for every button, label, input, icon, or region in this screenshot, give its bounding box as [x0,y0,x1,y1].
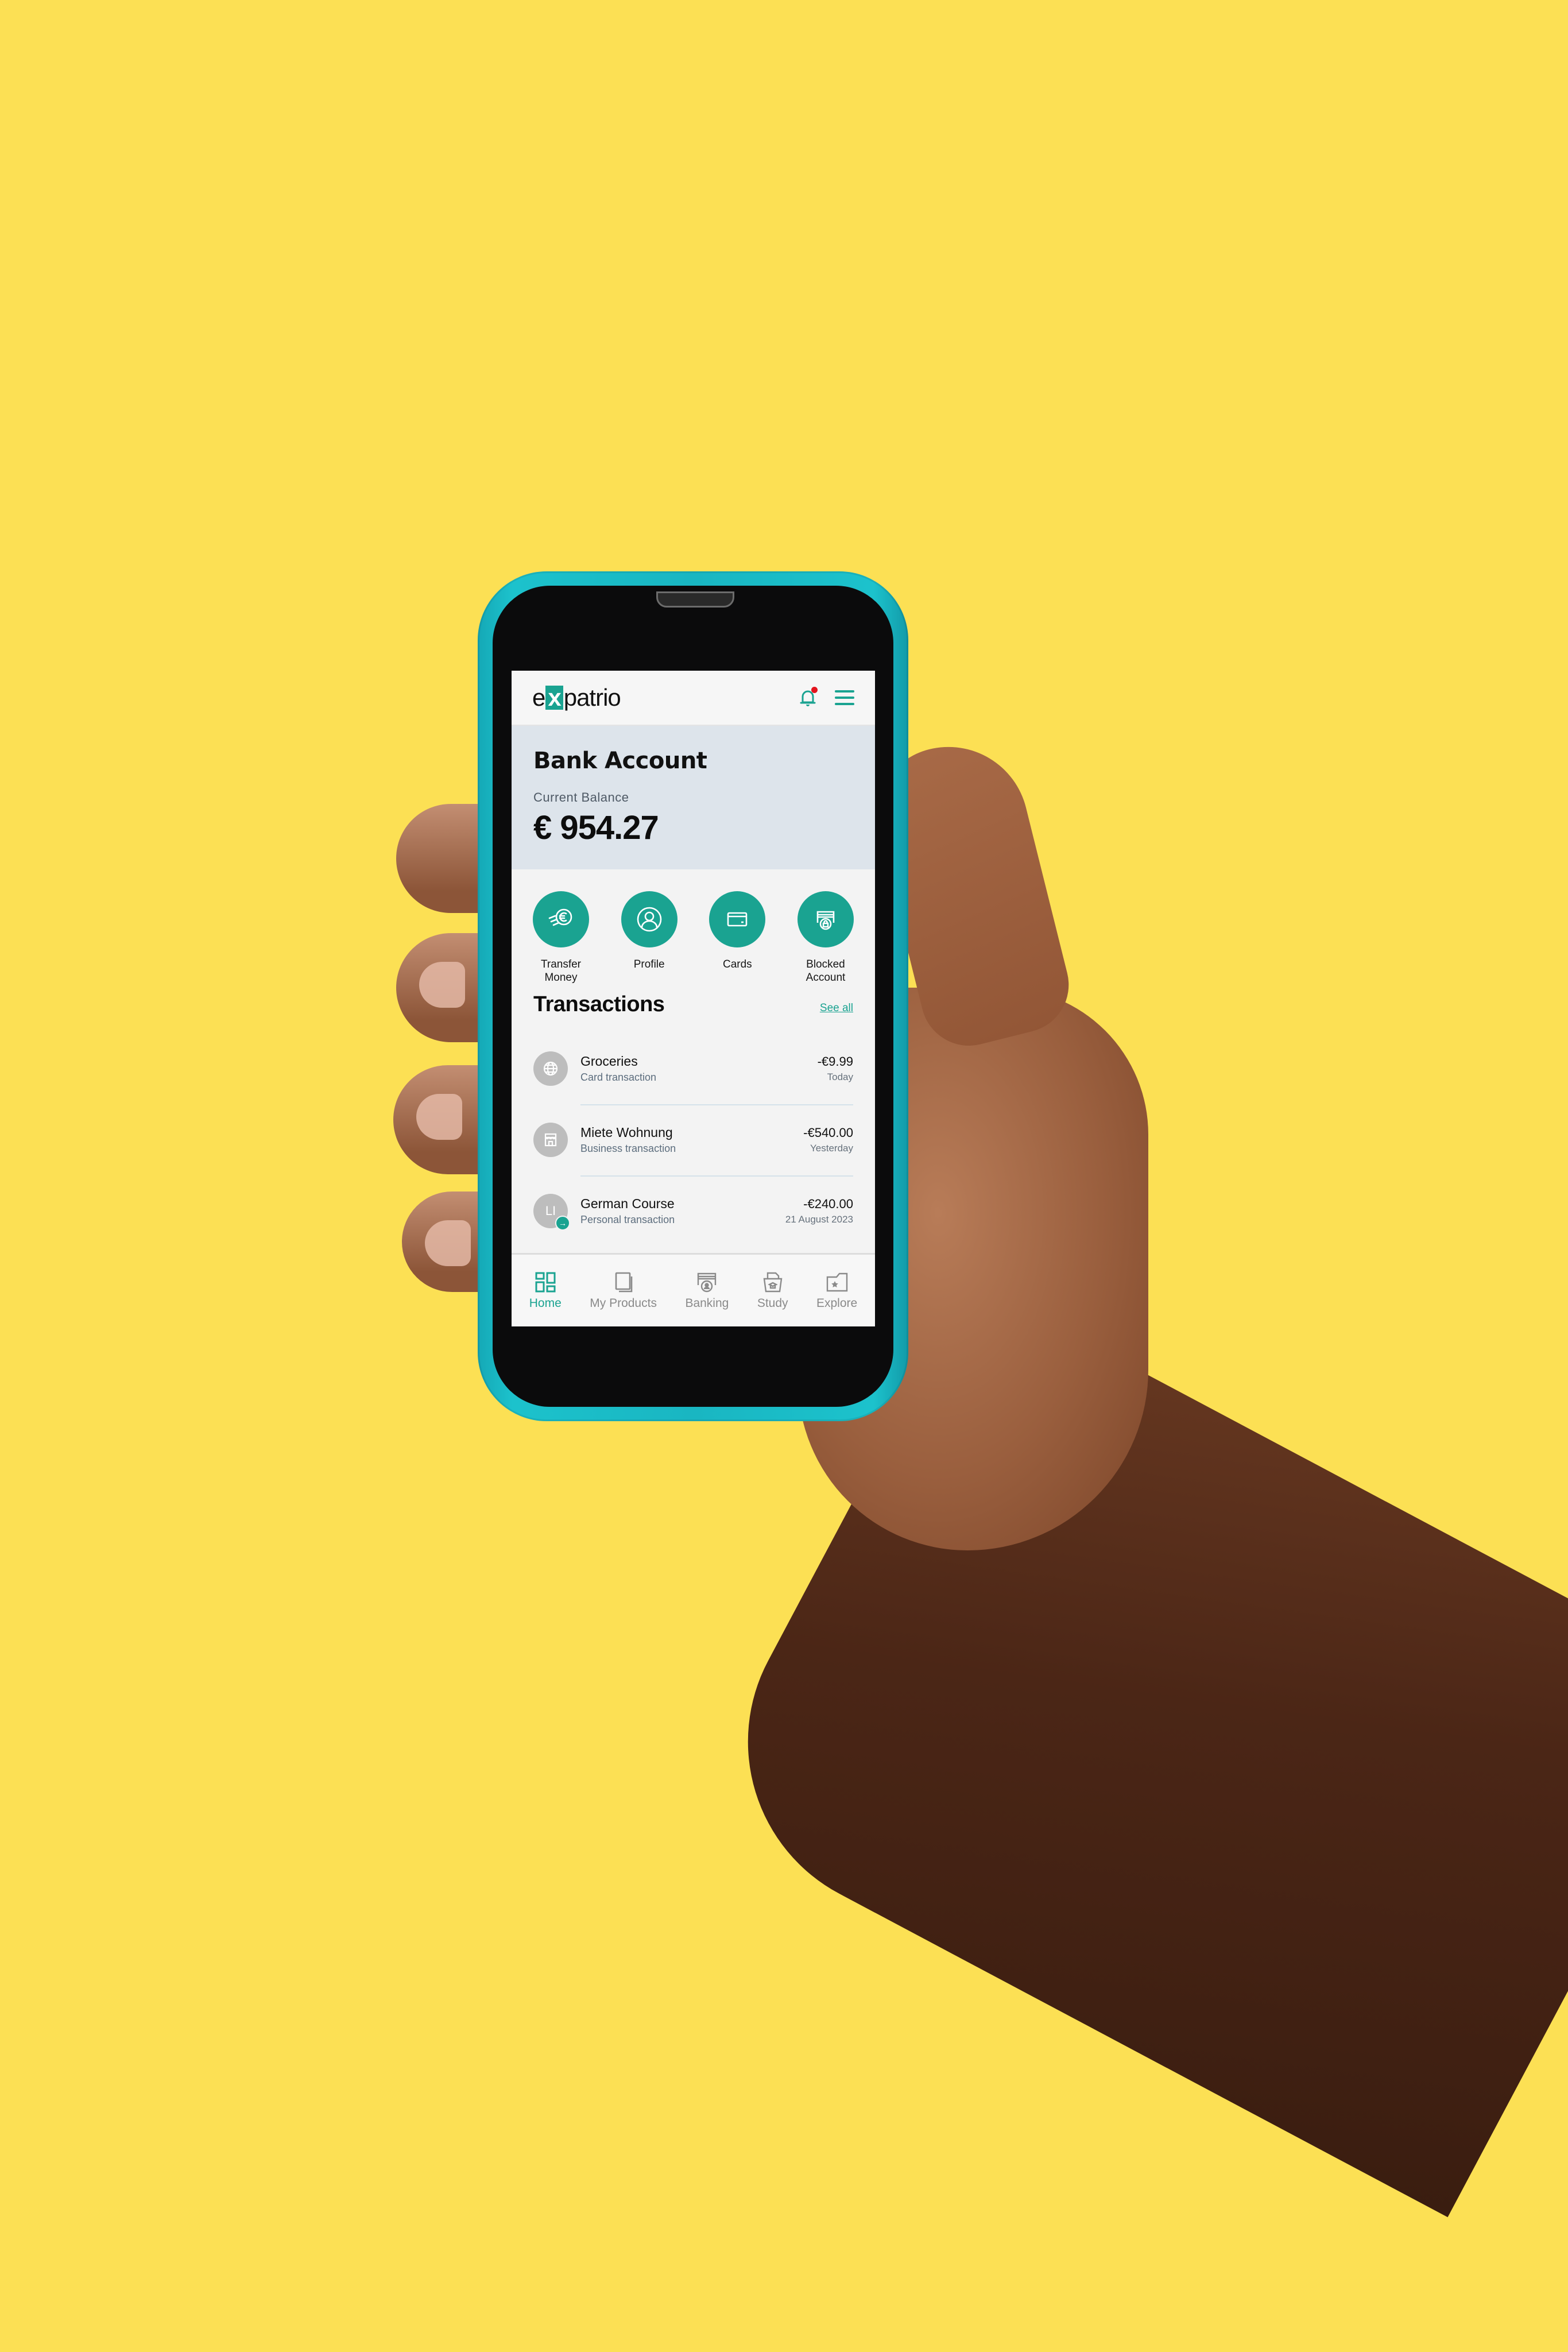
nav-label: My Products [590,1296,657,1310]
transaction-date: 21 August 2023 [785,1214,853,1225]
arrow-right-icon: → [555,1216,570,1231]
transactions-list: Groceries Card transaction -€9.99 Today … [533,1033,853,1247]
cards-button[interactable]: Cards [707,891,767,989]
avatar-initials: LI [545,1204,556,1218]
transaction-amount: -€240.00 [803,1197,853,1211]
header-actions [799,687,854,707]
banking-icon [698,1272,717,1292]
transaction-name: German Course [580,1196,675,1211]
card-icon [727,912,748,927]
nav-study[interactable]: Study [757,1271,788,1310]
menu-icon[interactable] [835,690,854,705]
avatar: LI → [533,1194,570,1231]
transaction-amount: -€9.99 [817,1054,853,1069]
transfer-money-button[interactable]: Transfer Money [531,891,591,989]
nav-explore[interactable]: Explore [816,1271,857,1310]
transfer-euro-icon [548,908,572,926]
study-icon [763,1272,783,1292]
transaction-name: Groceries [580,1054,638,1069]
blocked-account-icon [816,911,835,930]
notification-dot [811,687,818,693]
balance-title: Bank Account [533,748,707,774]
logo-suffix: patrio [563,684,621,711]
balance-amount: € 954.27 [533,809,659,846]
transaction-amount: -€540.00 [803,1125,853,1140]
quick-actions: Transfer Money Profile Cards Blocked Acc… [512,869,875,989]
nav-banking[interactable]: Banking [685,1271,729,1310]
app-header: e x patrio [512,671,875,726]
expatrio-logo[interactable]: e x patrio [532,684,621,711]
transaction-type: Business transaction [580,1143,676,1154]
balance-label: Current Balance [533,790,629,804]
blocked-account-button[interactable]: Blocked Account [796,891,855,989]
transaction-name: Miete Wohnung [580,1125,673,1140]
nav-label: Study [757,1296,788,1310]
transaction-date: Yesterday [810,1143,853,1154]
action-label: Cards [722,958,752,970]
store-icon [544,1133,557,1147]
home-grid-icon [535,1272,556,1292]
phone-screen: e x patrio Bank Account Current Balance € … [512,671,875,1326]
profile-button[interactable]: Profile [620,891,679,989]
transaction-row[interactable]: Miete Wohnung Business transaction -€540… [533,1104,853,1175]
nav-label: Home [529,1296,562,1310]
explore-icon [826,1272,847,1291]
logo-highlight: x [545,686,563,710]
transaction-type: Card transaction [580,1071,657,1083]
phone-speaker [656,591,734,608]
transaction-row[interactable]: Groceries Card transaction -€9.99 Today [533,1033,853,1104]
transactions-title: Transactions [533,992,665,1016]
action-label: Profile [633,958,665,970]
transaction-row[interactable]: LI → German Course Personal transaction … [533,1175,853,1247]
see-all-link[interactable]: See all [820,1002,853,1015]
nav-label: Explore [816,1296,858,1310]
logo-prefix: e [532,684,545,711]
bell-icon[interactable] [799,687,818,707]
transaction-date: Today [827,1071,853,1082]
bottom-navigation: Home My Products Banking Study Explore [512,1253,875,1326]
nav-label: Banking [685,1296,729,1310]
transactions-section: Transactions See all Groceries Card tran… [512,992,875,1247]
action-label: Transfer [540,958,582,970]
transaction-type: Personal transaction [580,1214,675,1225]
action-label: Blocked [806,958,845,970]
profile-icon [637,907,661,932]
products-icon [615,1272,632,1292]
nav-my-products[interactable]: My Products [590,1271,657,1310]
globe-icon [543,1061,558,1076]
balance-card: Bank Account Current Balance € 954.27 [512,726,875,869]
nav-home[interactable]: Home [529,1271,562,1310]
